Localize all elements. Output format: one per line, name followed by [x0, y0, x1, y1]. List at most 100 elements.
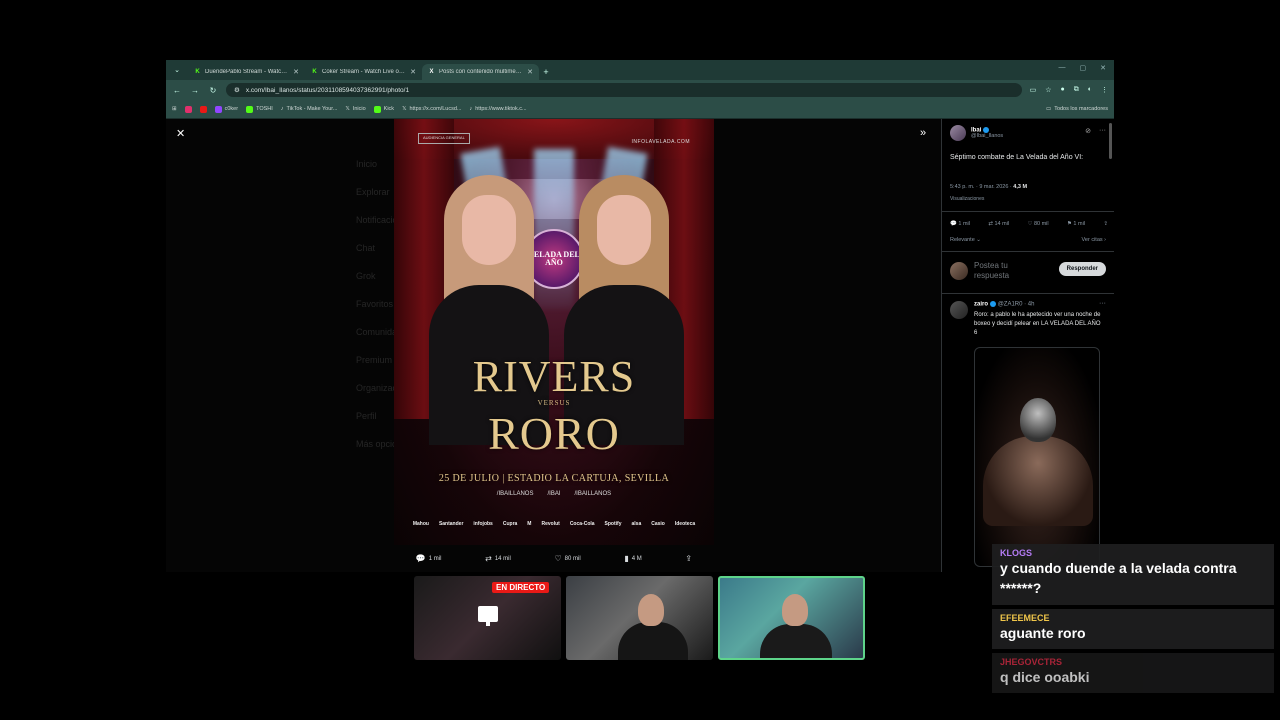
face	[597, 195, 651, 265]
face	[462, 195, 516, 265]
reply-submit-button[interactable]: Responder	[1058, 262, 1106, 276]
bookmark-tiktok-url[interactable]: ♪ https://www.tiktok.c...	[469, 106, 526, 112]
repost-icon: ⇄	[485, 554, 492, 563]
share-button[interactable]: ⇪	[685, 554, 692, 563]
repost-stat[interactable]: ⇄ 14 mil	[988, 221, 1009, 227]
grok-icon[interactable]: ⊘	[1085, 127, 1091, 135]
reply-composer[interactable]: Postea tu respuesta	[950, 261, 1034, 280]
tab-x-posts[interactable]: X Posts con contenido multimedia ✕	[422, 64, 539, 80]
close-window-icon[interactable]: ✕	[1100, 64, 1106, 72]
bookmark-toshi[interactable]: TOSHI	[246, 105, 273, 113]
extension-icon[interactable]: ●	[1061, 86, 1065, 94]
media-action-bar: 💬 1 mil ⇄ 14 mil ♡ 80 mil ▮ 4 M ⇪	[394, 545, 714, 572]
tab-close-icon[interactable]: ✕	[410, 68, 416, 76]
chat-text: q dice ooabki	[1000, 668, 1090, 685]
tab-close-icon[interactable]: ✕	[293, 68, 299, 76]
share-icon: ⇪	[685, 554, 693, 563]
x-logo-icon: 𝕏	[402, 106, 407, 112]
bookmark-c0ker[interactable]: c0ker	[214, 105, 238, 113]
bg-nav-item: Premium	[356, 355, 393, 365]
tab-coker[interactable]: K Coker Stream - Watch Live on K ✕	[305, 64, 422, 80]
bookmark-label: Inicio	[352, 106, 366, 112]
bg-nav-item: Grok	[356, 271, 376, 281]
profile-avatar-icon[interactable]: ◐	[1088, 86, 1092, 94]
sponsor: Spotify	[604, 521, 622, 527]
reload-icon[interactable]: ↻	[208, 86, 218, 95]
tab-title: DuendePablo Stream - Watch L	[205, 69, 290, 75]
reply-stat[interactable]: 💬 1 mil	[950, 221, 970, 227]
reply-author-handle: @ZA1R0 · 4h	[997, 301, 1035, 308]
site-info-icon[interactable]: ⚙	[234, 86, 240, 94]
like-button[interactable]: ♡ 80 mil	[555, 554, 581, 563]
views-button[interactable]: ▮ 4 M	[624, 554, 641, 563]
tab-title: Posts con contenido multimedia	[439, 69, 524, 75]
bookmark-instagram[interactable]	[184, 105, 192, 113]
back-icon[interactable]: ←	[172, 86, 182, 95]
bookmark-stat-count: 1 mil	[1073, 221, 1086, 227]
sort-relevance-dropdown[interactable]: Relevante ⌄	[950, 237, 981, 243]
reply-author[interactable]: zairo @ZA1R0 · 4h	[974, 301, 1034, 308]
bookmark-stat[interactable]: ⚑ 1 mil	[1067, 221, 1085, 227]
twitch-icon	[214, 105, 222, 113]
divider	[942, 251, 1114, 252]
stream-thumbnail-main[interactable]	[718, 576, 865, 660]
verified-badge-icon	[983, 126, 990, 133]
address-bar[interactable]: ⚙ x.com/Ibai_Ilanos/status/2031108594037…	[226, 83, 1022, 97]
chat-username: JHEGOVCTRS	[1000, 656, 1063, 667]
fighter2-name: RORO	[488, 408, 620, 459]
sponsor-strip: Mahou Santander infojobs Cupra M Revolut…	[394, 521, 714, 527]
kick-handle: /IBAILLANOS	[496, 491, 534, 497]
sponsor: Mahou	[412, 521, 429, 527]
bookmark-x-lucsd[interactable]: 𝕏https://x.com/Lucsd...	[402, 106, 461, 112]
bar-chart-icon: ▮	[624, 554, 629, 563]
sponsor: Cupra	[502, 521, 518, 527]
instagram-icon	[184, 105, 192, 113]
bookmark-red[interactable]	[199, 105, 207, 113]
tab-close-icon[interactable]: ✕	[527, 68, 533, 76]
tab-duendepablo[interactable]: K DuendePablo Stream - Watch L ✕	[188, 64, 305, 80]
maximize-icon[interactable]: ▢	[1080, 64, 1087, 72]
extensions-puzzle-icon[interactable]: ⧉	[1074, 86, 1079, 94]
more-options-icon[interactable]: ···	[1099, 300, 1106, 307]
divider	[942, 293, 1114, 294]
sponsor: infojobs	[473, 521, 493, 527]
like-stat[interactable]: ♡ 80 mil	[1027, 221, 1048, 227]
new-tab-button[interactable]: +	[539, 64, 553, 80]
view-quotes-link[interactable]: Ver citas ›	[1082, 237, 1106, 243]
all-bookmarks[interactable]: ▭ Todos los marcadores	[1046, 106, 1108, 112]
reply-media-image[interactable]	[974, 347, 1100, 567]
live-badge: EN DIRECTO	[492, 582, 550, 593]
poster-website: INFOLAVELADA.COM	[631, 139, 690, 145]
share-icon[interactable]: ⇪	[1103, 221, 1108, 227]
avatar[interactable]	[950, 301, 968, 319]
tab-search-icon[interactable]: ⌄	[170, 63, 184, 77]
tweet-author[interactable]: Ibai @Ibai_Ilanos	[950, 125, 1003, 141]
stream-thumbnail-screen[interactable]: EN DIRECTO	[414, 576, 561, 660]
forward-icon[interactable]: →	[190, 86, 200, 95]
bookmark-star-icon[interactable]: ☆	[1045, 86, 1051, 94]
cast-icon[interactable]: ▭	[1030, 86, 1037, 94]
stream-thumbnail-cam[interactable]	[566, 576, 713, 660]
repost-button[interactable]: ⇄ 14 mil	[485, 554, 511, 563]
reply-button[interactable]: 💬 1 mil	[416, 554, 442, 563]
chat-text: y cuando duende a la velada contra *****…	[1000, 560, 1237, 597]
bookmark-kick[interactable]: Kick	[373, 105, 394, 113]
tweet-views: 4,3 M	[1013, 184, 1028, 190]
bookmark-inicio[interactable]: 𝕏 Inicio	[345, 106, 365, 112]
sponsor: Ideoteca	[674, 521, 696, 527]
more-options-icon[interactable]: ···	[1099, 127, 1106, 135]
kick-icon: K	[195, 69, 200, 75]
kick-icon	[246, 105, 254, 113]
minimize-icon[interactable]: —	[1059, 64, 1066, 72]
chat-username: KLOGS	[1000, 548, 1033, 558]
collapse-panel-icon[interactable]: »	[920, 127, 926, 139]
browser-menu-icon[interactable]: ⋮	[1101, 86, 1108, 94]
panel-scrollbar[interactable]	[1109, 123, 1112, 159]
bookmark-label: TOSHI	[256, 106, 273, 112]
x-media-viewer: Inicio Explorar Notificaciones Chat Grok…	[166, 119, 1114, 572]
close-icon[interactable]: ✕	[176, 127, 185, 140]
apps-grid-icon[interactable]: ⊞	[172, 106, 177, 112]
reply-input[interactable]: Postea tu respuesta	[974, 261, 1034, 280]
bookmark-tiktok[interactable]: ♪ TikTok - Make Your...	[281, 106, 338, 112]
avatar[interactable]	[950, 125, 966, 141]
